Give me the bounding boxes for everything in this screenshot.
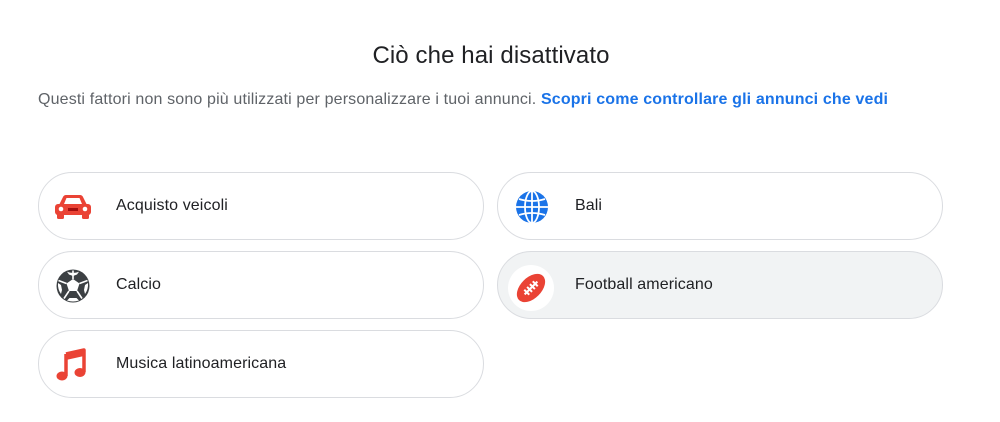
soccer-ball-icon bbox=[53, 266, 93, 306]
learn-more-link[interactable]: Scopri come controllare gli annunci che … bbox=[541, 91, 888, 108]
american-football-icon bbox=[508, 265, 554, 311]
topic-card-football-americano[interactable]: Football americano bbox=[497, 251, 943, 319]
topic-card-calcio[interactable]: Calcio bbox=[38, 251, 484, 319]
globe-icon bbox=[512, 187, 552, 227]
topic-label: Calcio bbox=[116, 276, 162, 293]
topic-label: Football americano bbox=[575, 276, 713, 293]
description-text: Questi fattori non sono più utilizzati p… bbox=[38, 91, 537, 108]
car-icon bbox=[53, 187, 93, 227]
topic-card-musica-latinoamericana[interactable]: Musica latinoamericana bbox=[38, 330, 484, 398]
music-note-icon bbox=[53, 345, 93, 385]
topic-label: Acquisto veicoli bbox=[116, 197, 228, 214]
description: Questi fattori non sono più utilizzati p… bbox=[38, 86, 918, 114]
topic-card-bali[interactable]: Bali bbox=[497, 172, 943, 240]
topic-label: Bali bbox=[575, 197, 603, 214]
topic-card-acquisto-veicoli[interactable]: Acquisto veicoli bbox=[38, 172, 484, 240]
page-title: Ciò che hai disattivato bbox=[372, 42, 610, 69]
topic-label: Musica latinoamericana bbox=[116, 355, 287, 372]
